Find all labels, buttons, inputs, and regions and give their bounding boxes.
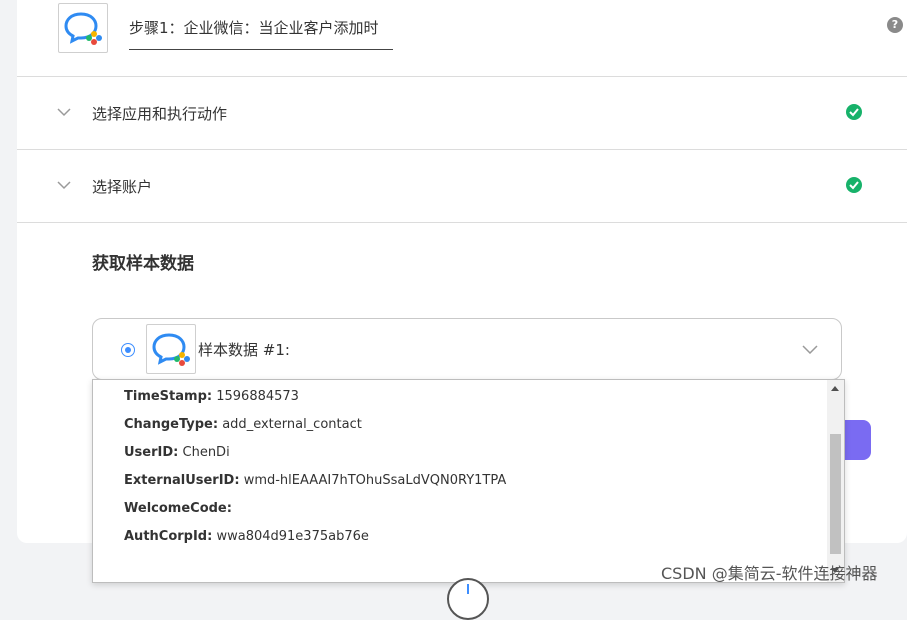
dropdown-scrollbar[interactable] — [827, 380, 844, 582]
field-value: ChenDi — [182, 445, 230, 460]
sample-heading: 获取样本数据 — [92, 254, 194, 274]
field-value: wmd-hlEAAAI7hTOhuSsaLdVQN0RY1TPA — [243, 473, 507, 488]
list-item[interactable]: TimeStamp: 1596884573 — [124, 389, 299, 404]
field-key: WelcomeCode: — [124, 501, 232, 516]
chevron-down-icon[interactable] — [802, 344, 818, 354]
check-circle-icon — [846, 104, 862, 120]
wecom-logo-icon — [58, 3, 108, 53]
field-key: AuthCorpId: — [124, 529, 213, 544]
field-value: wwa804d91e375ab76e — [216, 529, 369, 544]
step-header: 步骤1：企业微信：当企业客户添加时 ? — [17, 0, 907, 77]
section-label: 选择账户 — [92, 178, 153, 196]
list-item[interactable]: AuthCorpId: wwa804d91e375ab76e — [124, 529, 369, 544]
field-key: ExternalUserID: — [124, 473, 240, 488]
section-label: 选择应用和执行动作 — [92, 105, 228, 123]
help-icon[interactable]: ? — [887, 17, 903, 33]
wecom-logo-icon — [146, 324, 196, 374]
chevron-down-icon[interactable] — [57, 107, 71, 117]
field-key: TimeStamp: — [124, 389, 213, 404]
list-item[interactable]: ExternalUserID: wmd-hlEAAAI7hTOhuSsaLdVQ… — [124, 473, 506, 488]
sample-selected-label: 样本数据 #1: — [198, 341, 290, 359]
sample-radio[interactable] — [121, 343, 135, 357]
add-step-button[interactable] — [447, 578, 489, 620]
field-key: UserID: — [124, 445, 179, 460]
sample-data-dropdown[interactable]: TimeStamp: 1596884573 ChangeType: add_ex… — [92, 379, 845, 583]
section-choose-app-action[interactable]: 选择应用和执行动作 — [17, 77, 907, 150]
watermark: CSDN @集简云-软件连接神器 — [661, 564, 878, 583]
field-value: 1596884573 — [216, 389, 299, 404]
list-item[interactable]: ChangeType: add_external_contact — [124, 417, 362, 432]
field-value: add_external_contact — [222, 417, 362, 432]
section-choose-account[interactable]: 选择账户 — [17, 150, 907, 223]
list-item[interactable]: UserID: ChenDi — [124, 445, 230, 460]
chevron-down-icon[interactable] — [57, 180, 71, 190]
check-circle-icon — [846, 177, 862, 193]
field-key: ChangeType: — [124, 417, 219, 432]
scroll-thumb[interactable] — [830, 434, 841, 554]
step-title[interactable]: 步骤1：企业微信：当企业客户添加时 — [129, 18, 393, 50]
sample-data-select[interactable]: 样本数据 #1: — [92, 318, 842, 380]
scroll-up-arrow-icon[interactable] — [831, 386, 839, 391]
list-item[interactable]: WelcomeCode: — [124, 501, 232, 516]
